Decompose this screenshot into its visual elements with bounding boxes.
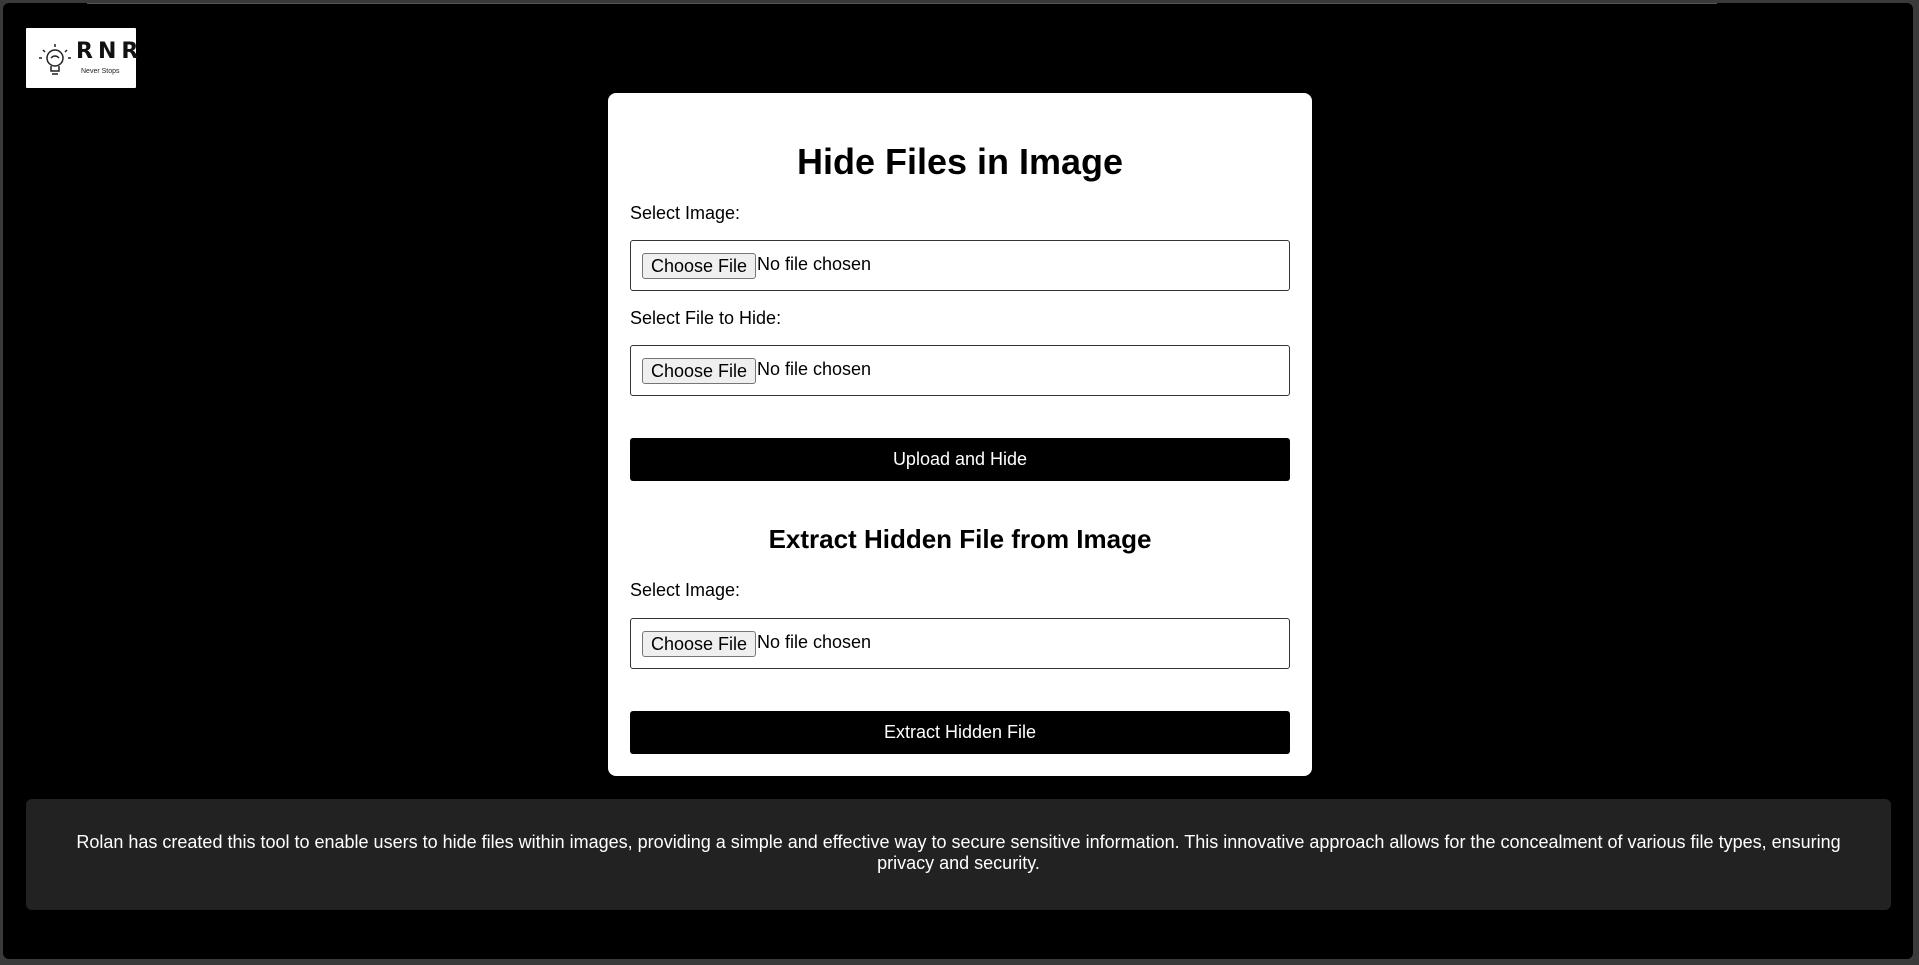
main-card: Hide Files in Image Select Image: Choose… (608, 93, 1312, 776)
upload-and-hide-button[interactable]: Upload and Hide (630, 438, 1290, 481)
top-divider (87, 3, 1717, 4)
footer-description: Rolan has created this tool to enable us… (76, 832, 1841, 873)
image-file-input[interactable]: Choose File No file chosen (630, 240, 1290, 291)
hide-file-input[interactable]: Choose File No file chosen (630, 345, 1290, 396)
page-title: Hide Files in Image (796, 141, 1124, 182)
logo-name: RNR (76, 39, 144, 64)
select-image-label: Select Image: (630, 203, 741, 223)
choose-image-button[interactable]: Choose File (642, 253, 757, 279)
choose-hide-file-button[interactable]: Choose File (642, 358, 757, 384)
hide-file-status: No file chosen (757, 359, 872, 379)
extract-section-title: Extract Hidden File from Image (768, 524, 1152, 554)
logo: RNR Never Stops (26, 28, 138, 88)
extract-image-file-status: No file chosen (757, 632, 872, 652)
logo-tagline: Never Stops (81, 68, 120, 75)
choose-extract-image-button[interactable]: Choose File (642, 631, 757, 657)
extract-select-image-label: Select Image: (630, 580, 741, 600)
app-window: RNR Never Stops Hide Files in Image Sele… (3, 3, 1913, 959)
lightbulb-icon (39, 44, 71, 75)
extract-image-file-input[interactable]: Choose File No file chosen (630, 618, 1290, 669)
extract-hidden-file-button[interactable]: Extract Hidden File (630, 711, 1290, 754)
footer: Rolan has created this tool to enable us… (26, 799, 1891, 910)
select-file-label: Select File to Hide: (630, 308, 782, 328)
image-file-status: No file chosen (757, 254, 872, 274)
